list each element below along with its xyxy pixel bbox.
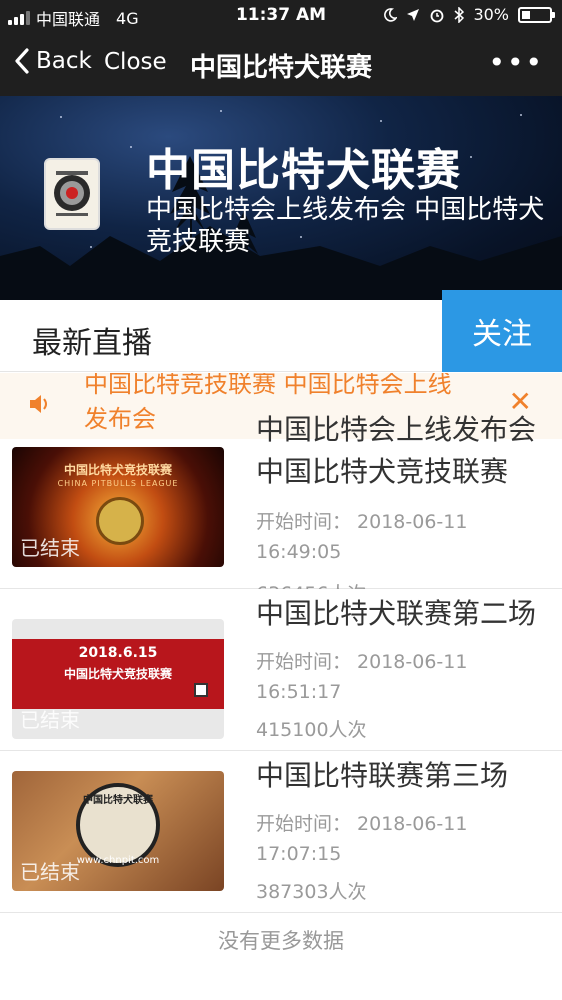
thumb-date: 2018.6.15 <box>78 645 158 661</box>
chevron-left-icon <box>15 48 29 74</box>
item-start-time: 开始时间： 2018-06-11 16:49:05 <box>256 511 468 563</box>
moon-icon <box>384 7 398 22</box>
item-title: 中国比特犬联赛第二场 <box>256 597 537 630</box>
nav-bar: Back Close 中国比特犬联赛 ••• <box>0 32 562 96</box>
list-item[interactable]: 中国比特犬竞技联赛 CHINA PITBULLS LEAGUE 已结束 中国比特… <box>0 413 562 605</box>
channel-logo <box>44 158 100 230</box>
thumb-subtitle: CHINA PITBULLS LEAGUE <box>57 479 179 488</box>
close-button[interactable]: Close <box>104 49 167 75</box>
location-icon <box>407 8 420 21</box>
status-badge: 已结束 <box>20 708 80 732</box>
item-start-time: 开始时间： 2018-06-11 16:51:17 <box>256 651 468 703</box>
bluetooth-icon <box>454 6 465 23</box>
thumb-title: 中国比特犬联赛 <box>83 795 153 806</box>
back-label: Back <box>36 48 92 74</box>
item-thumbnail: 中国比特犬联赛 www.chnpit.com 已结束 <box>12 771 224 891</box>
item-title: 中国比特会上线发布会中国比特犬竞技联赛 <box>256 413 537 488</box>
battery-percent: 30% <box>473 5 509 24</box>
speaker-icon <box>30 395 47 413</box>
status-badge: 已结束 <box>20 860 80 884</box>
thumb-title: 中国比特犬竞技联赛 <box>63 667 172 681</box>
list-item[interactable]: 2018.6.15 中国比特犬竞技联赛 已结束 中国比特犬联赛第二场 开始时间：… <box>0 589 562 751</box>
no-more-data-label: 没有更多数据 <box>218 929 344 953</box>
alarm-icon <box>431 9 444 22</box>
status-badge: 已结束 <box>20 536 80 560</box>
item-thumbnail: 2018.6.15 中国比特犬竞技联赛 已结束 <box>12 619 224 739</box>
banner-subtitle: 中国比特会上线发布会 中国比特犬竞技联赛 <box>146 195 545 257</box>
item-views: 387303人次 <box>256 881 367 903</box>
item-start-time: 开始时间： 2018-06-11 17:07:15 <box>256 813 468 865</box>
pitbull-logo-icon <box>54 171 90 216</box>
thumb-emblem <box>96 497 144 545</box>
more-button[interactable]: ••• <box>488 46 544 79</box>
qr-code-icon <box>194 683 208 697</box>
follow-button[interactable]: 关注 <box>442 290 562 372</box>
item-title: 中国比特联赛第三场 <box>256 759 509 792</box>
list-item[interactable]: 中国比特犬联赛 www.chnpit.com 已结束 中国比特联赛第三场 开始时… <box>0 751 562 913</box>
status-right: 30% <box>383 5 555 24</box>
item-thumbnail: 中国比特犬竞技联赛 CHINA PITBULLS LEAGUE 已结束 <box>12 447 224 567</box>
back-button[interactable]: Back <box>14 48 92 74</box>
banner-title: 中国比特犬联赛 <box>146 145 461 196</box>
channel-banner: 中国比特犬联赛 中国比特会上线发布会 中国比特犬竞技联赛 <box>0 96 562 300</box>
status-bar: 中国联通 4G 11:37 AM 30% <box>0 0 562 32</box>
thumb-title: 中国比特犬竞技联赛 <box>63 463 172 477</box>
section-header: 最新直播 关注 <box>0 290 562 372</box>
battery-icon <box>518 6 555 23</box>
section-title: 最新直播 <box>32 326 152 361</box>
item-views: 415100人次 <box>256 719 367 741</box>
